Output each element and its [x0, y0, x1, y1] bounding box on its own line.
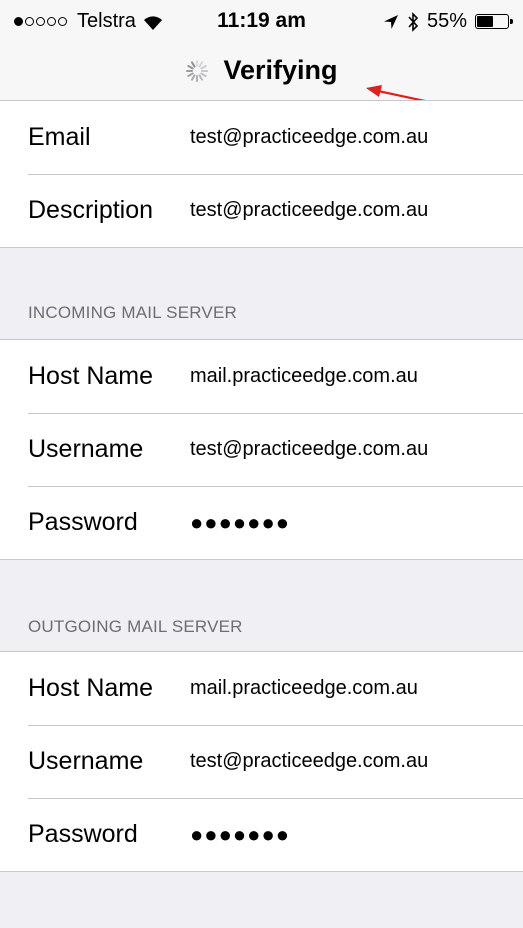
- spinner-spoke: [191, 73, 196, 81]
- incoming-username-label: Username: [28, 435, 144, 463]
- incoming-username-field[interactable]: test@practiceedge.com.au: [190, 438, 428, 461]
- spinner-spoke: [187, 64, 195, 69]
- status-bar: Telstra 11:19 am 55%: [0, 0, 523, 40]
- email-label: Email: [28, 123, 91, 151]
- status-bar-right: 55%: [383, 10, 513, 33]
- location-arrow-icon: [383, 14, 398, 29]
- outgoing-username-field[interactable]: test@practiceedge.com.au: [190, 750, 428, 773]
- bluetooth-icon: [408, 11, 419, 32]
- battery-percentage: 55%: [426, 10, 467, 32]
- incoming-password-field[interactable]: ●●●●●●●: [190, 510, 290, 536]
- activity-spinner-icon: [186, 59, 209, 82]
- spinner-spoke: [198, 60, 204, 68]
- spinner-spoke: [200, 72, 208, 77]
- description-field[interactable]: test@practiceedge.com.au: [190, 199, 428, 222]
- outgoing-hostname-field[interactable]: mail.practiceedge.com.au: [190, 677, 418, 700]
- outgoing-username-row[interactable]: Username test@practiceedge.com.au: [0, 725, 523, 798]
- battery-level-fill: [477, 16, 493, 27]
- outgoing-password-field[interactable]: ●●●●●●●: [190, 822, 290, 848]
- page-title: Verifying: [223, 55, 338, 85]
- outgoing-hostname-row[interactable]: Host Name mail.practiceedge.com.au: [0, 652, 523, 725]
- email-row[interactable]: Email test@practiceedge.com.au: [0, 101, 523, 174]
- spinner-spoke: [191, 60, 196, 68]
- outgoing-section-header: OUTGOING MAIL SERVER: [28, 617, 243, 636]
- incoming-password-label: Password: [28, 508, 138, 536]
- outgoing-section: Host Name mail.practiceedge.com.au Usern…: [0, 651, 523, 872]
- nav-title-group: Verifying: [0, 55, 523, 86]
- incoming-hostname-row[interactable]: Host Name mail.practiceedge.com.au: [0, 340, 523, 413]
- incoming-section-header: INCOMING MAIL SERVER: [28, 303, 237, 322]
- navigation-header: Telstra 11:19 am 55% Verifying: [0, 0, 523, 110]
- description-row[interactable]: Description test@practiceedge.com.au: [0, 174, 523, 247]
- incoming-hostname-label: Host Name: [28, 362, 154, 390]
- incoming-username-row[interactable]: Username test@practiceedge.com.au: [0, 413, 523, 486]
- description-label: Description: [28, 196, 154, 224]
- incoming-hostname-field[interactable]: mail.practiceedge.com.au: [190, 365, 418, 388]
- outgoing-username-label: Username: [28, 747, 144, 775]
- outgoing-hostname-label: Host Name: [28, 674, 154, 702]
- incoming-section: Host Name mail.practiceedge.com.au Usern…: [0, 339, 523, 560]
- email-field[interactable]: test@practiceedge.com.au: [190, 126, 428, 149]
- spinner-spoke: [200, 64, 208, 69]
- outgoing-password-row[interactable]: Password ●●●●●●●: [0, 798, 523, 871]
- spinner-spoke: [198, 73, 204, 81]
- battery-icon: [475, 14, 513, 29]
- incoming-password-row[interactable]: Password ●●●●●●●: [0, 486, 523, 559]
- outgoing-password-label: Password: [28, 820, 138, 848]
- account-section: Email test@practiceedge.com.au Descripti…: [0, 100, 523, 248]
- spinner-spoke: [187, 72, 195, 77]
